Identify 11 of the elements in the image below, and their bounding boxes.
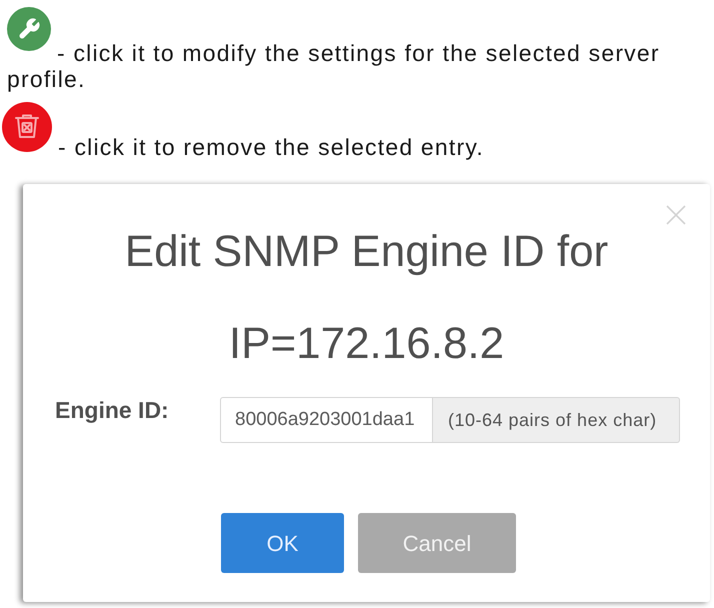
input-hint-addon: (10-64 pairs of hex char) (433, 397, 680, 443)
close-icon[interactable] (666, 205, 686, 225)
help-text: - click it to modify the settings for the selected server profile. (7, 40, 660, 92)
help-text: - click it to remove the selected entry. (58, 134, 484, 160)
ok-button[interactable]: OK (221, 513, 344, 573)
field-label: Engine ID: (55, 397, 169, 423)
cancel-button[interactable]: Cancel (358, 513, 516, 573)
engine-id-input[interactable]: 80006a9203001daa1 (220, 397, 433, 443)
trash-icon (2, 102, 52, 152)
wrench-icon (7, 7, 51, 51)
dialog-title: Edit SNMP Engine ID for IP=172.16.8.2 (124, 226, 610, 370)
